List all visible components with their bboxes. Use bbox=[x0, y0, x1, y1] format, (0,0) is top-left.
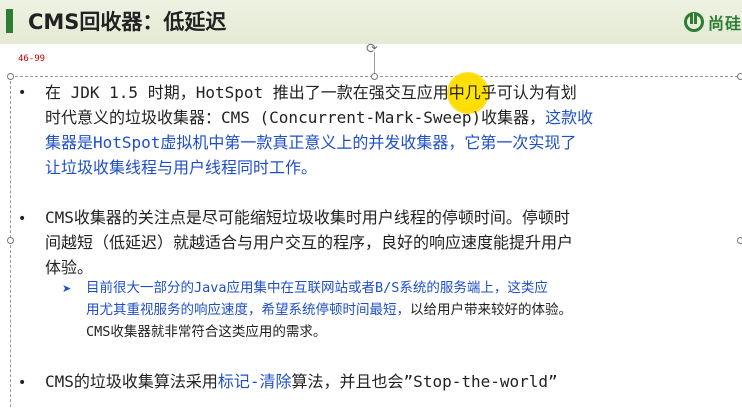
title-bar: CMS回收器：低延迟 尚硅 bbox=[0, 0, 742, 44]
slide-title: CMS回收器：低延迟 bbox=[28, 10, 227, 34]
text-segment: 在 JDK 1.5 时期，HotSpot 推出了一款在强交互应用中几乎可认为有划 bbox=[45, 83, 577, 102]
bullet-marker-icon: • bbox=[18, 375, 27, 391]
rotate-handle-line bbox=[374, 52, 375, 74]
text-segment: CMS的垃圾收集算法采用 bbox=[45, 372, 218, 391]
resize-handle-top-left[interactable] bbox=[7, 73, 14, 80]
resize-handle-left[interactable] bbox=[7, 237, 14, 244]
text-segment: CMS收集器的关注点是尽可能缩短垃圾收集时用户线程的停顿时间。停顿时 bbox=[45, 208, 570, 227]
text-line: 在 JDK 1.5 时期，HotSpot 推出了一款在强交互应用中几乎可认为有划 bbox=[45, 80, 577, 105]
text-segment: 算法，并且也会”Stop-the-world” bbox=[291, 372, 558, 391]
text-line: CMS的垃圾收集算法采用标记-清除算法，并且也会”Stop-the-world” bbox=[45, 369, 558, 394]
resize-handle-right[interactable] bbox=[737, 237, 742, 244]
text-line: 体验。 bbox=[45, 255, 93, 280]
logo-icon bbox=[684, 12, 704, 32]
page-reference: 46-99 bbox=[18, 54, 46, 64]
text-segment: 以给用户带来较好的体验。 bbox=[410, 302, 572, 318]
text-line: CMS收集器就非常符合这类应用的需求。 bbox=[86, 322, 326, 343]
text-line: 用尤其重视服务的响应速度，希望系统停顿时间最短，以给用户带来较好的体验。 bbox=[86, 300, 572, 321]
text-segment: 集器是HotSpot虚拟机中第一款真正意义上的并发收集器，它第一次实现了 bbox=[45, 133, 577, 152]
resize-handle-top[interactable] bbox=[371, 73, 378, 80]
rotate-handle-icon[interactable]: ⟳ bbox=[366, 41, 378, 57]
text-line: 间越短（低延迟）就越适合与用户交互的程序，良好的响应速度能提升用户 bbox=[45, 230, 573, 255]
text-line: 时代意义的垃圾收集器：CMS (Concurrent-Mark-Sweep)收集… bbox=[45, 105, 593, 130]
title-accent-bar bbox=[6, 9, 13, 33]
logo: 尚硅 bbox=[684, 10, 742, 34]
text-segment: 体验。 bbox=[45, 258, 94, 277]
bullet-marker-icon: • bbox=[18, 211, 27, 227]
sub-bullet-arrow-icon: ➤ bbox=[62, 282, 72, 295]
logo-text: 尚硅 bbox=[708, 14, 742, 33]
text-segment: 时代意义的垃圾收集器：CMS (Concurrent-Mark-Sweep)收集… bbox=[45, 108, 546, 127]
text-segment: 让垃圾收集线程与用户线程同时工作。 bbox=[45, 158, 318, 177]
text-line: 目前很大一部分的Java应用集中在互联网站或者B/S系统的服务端上，这类应 bbox=[86, 278, 548, 299]
text-line: CMS收集器的关注点是尽可能缩短垃圾收集时用户线程的停顿时间。停顿时 bbox=[45, 205, 570, 230]
text-segment: 间越短（低延迟）就越适合与用户交互的程序，良好的响应速度能提升用户 bbox=[45, 233, 574, 252]
slide: CMS回收器：低延迟 尚硅 46-99 ⟳ • 在 JDK 1.5 时期，HotS… bbox=[0, 0, 742, 409]
resize-handle-top-right[interactable] bbox=[737, 73, 742, 80]
bullet-marker-icon: • bbox=[18, 85, 27, 101]
text-line: 让垃圾收集线程与用户线程同时工作。 bbox=[45, 155, 317, 180]
text-line: 集器是HotSpot虚拟机中第一款真正意义上的并发收集器，它第一次实现了 bbox=[45, 130, 576, 155]
text-segment: 目前很大一部分的Java应用集中在互联网站或者B/S系统的服务端上，这类应 bbox=[86, 280, 548, 296]
text-segment: CMS收集器就非常符合这类应用的需求。 bbox=[86, 324, 327, 340]
text-segment: 标记-清除 bbox=[217, 372, 292, 391]
text-segment: 这款收 bbox=[545, 108, 594, 127]
text-segment: 用尤其重视服务的响应速度，希望系统停顿时间最短， bbox=[86, 302, 410, 318]
